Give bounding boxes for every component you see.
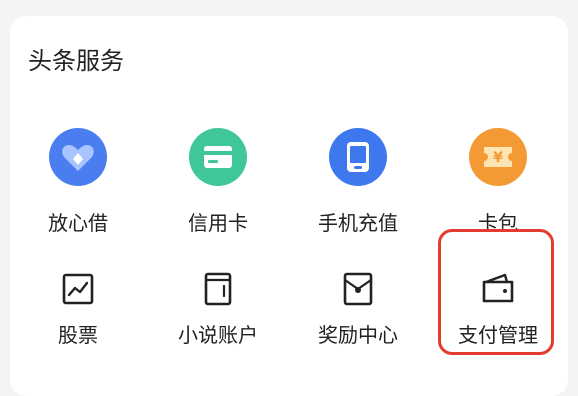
service-label: 信用卡 <box>188 211 248 235</box>
service-label: 小说账户 <box>178 323 258 347</box>
service-reward-center[interactable]: 奖励中心 <box>293 270 423 350</box>
credit-card-icon <box>189 128 247 186</box>
services-card: 头条服务 放心借 信用卡 手机充值 ¥ 卡包 股票 小说账户 奖励中心 支付管理 <box>10 16 568 396</box>
stock-chart-icon <box>62 273 94 305</box>
service-label: 卡包 <box>478 211 518 235</box>
service-label: 支付管理 <box>458 323 538 347</box>
wallet-icon <box>482 273 514 303</box>
service-label: 奖励中心 <box>318 323 398 347</box>
svg-text:¥: ¥ <box>493 150 503 166</box>
service-credit-card[interactable]: 信用卡 <box>153 128 283 238</box>
service-label: 股票 <box>58 323 98 347</box>
red-envelope-icon <box>343 272 373 306</box>
service-label: 放心借 <box>48 211 108 235</box>
service-payment-management[interactable]: 支付管理 <box>433 270 563 350</box>
service-card-wallet[interactable]: ¥ 卡包 <box>433 128 563 238</box>
service-label: 手机充值 <box>318 211 398 235</box>
heart-diamond-icon <box>49 128 107 186</box>
service-stock[interactable]: 股票 <box>13 270 143 350</box>
yuan-ticket-icon: ¥ <box>469 128 527 186</box>
service-novel-account[interactable]: 小说账户 <box>153 270 283 350</box>
section-title: 头条服务 <box>28 47 124 75</box>
service-phone-recharge[interactable]: 手机充值 <box>293 128 423 238</box>
book-icon <box>204 272 232 306</box>
service-fangxinjie[interactable]: 放心借 <box>13 128 143 238</box>
phone-icon <box>329 128 387 186</box>
